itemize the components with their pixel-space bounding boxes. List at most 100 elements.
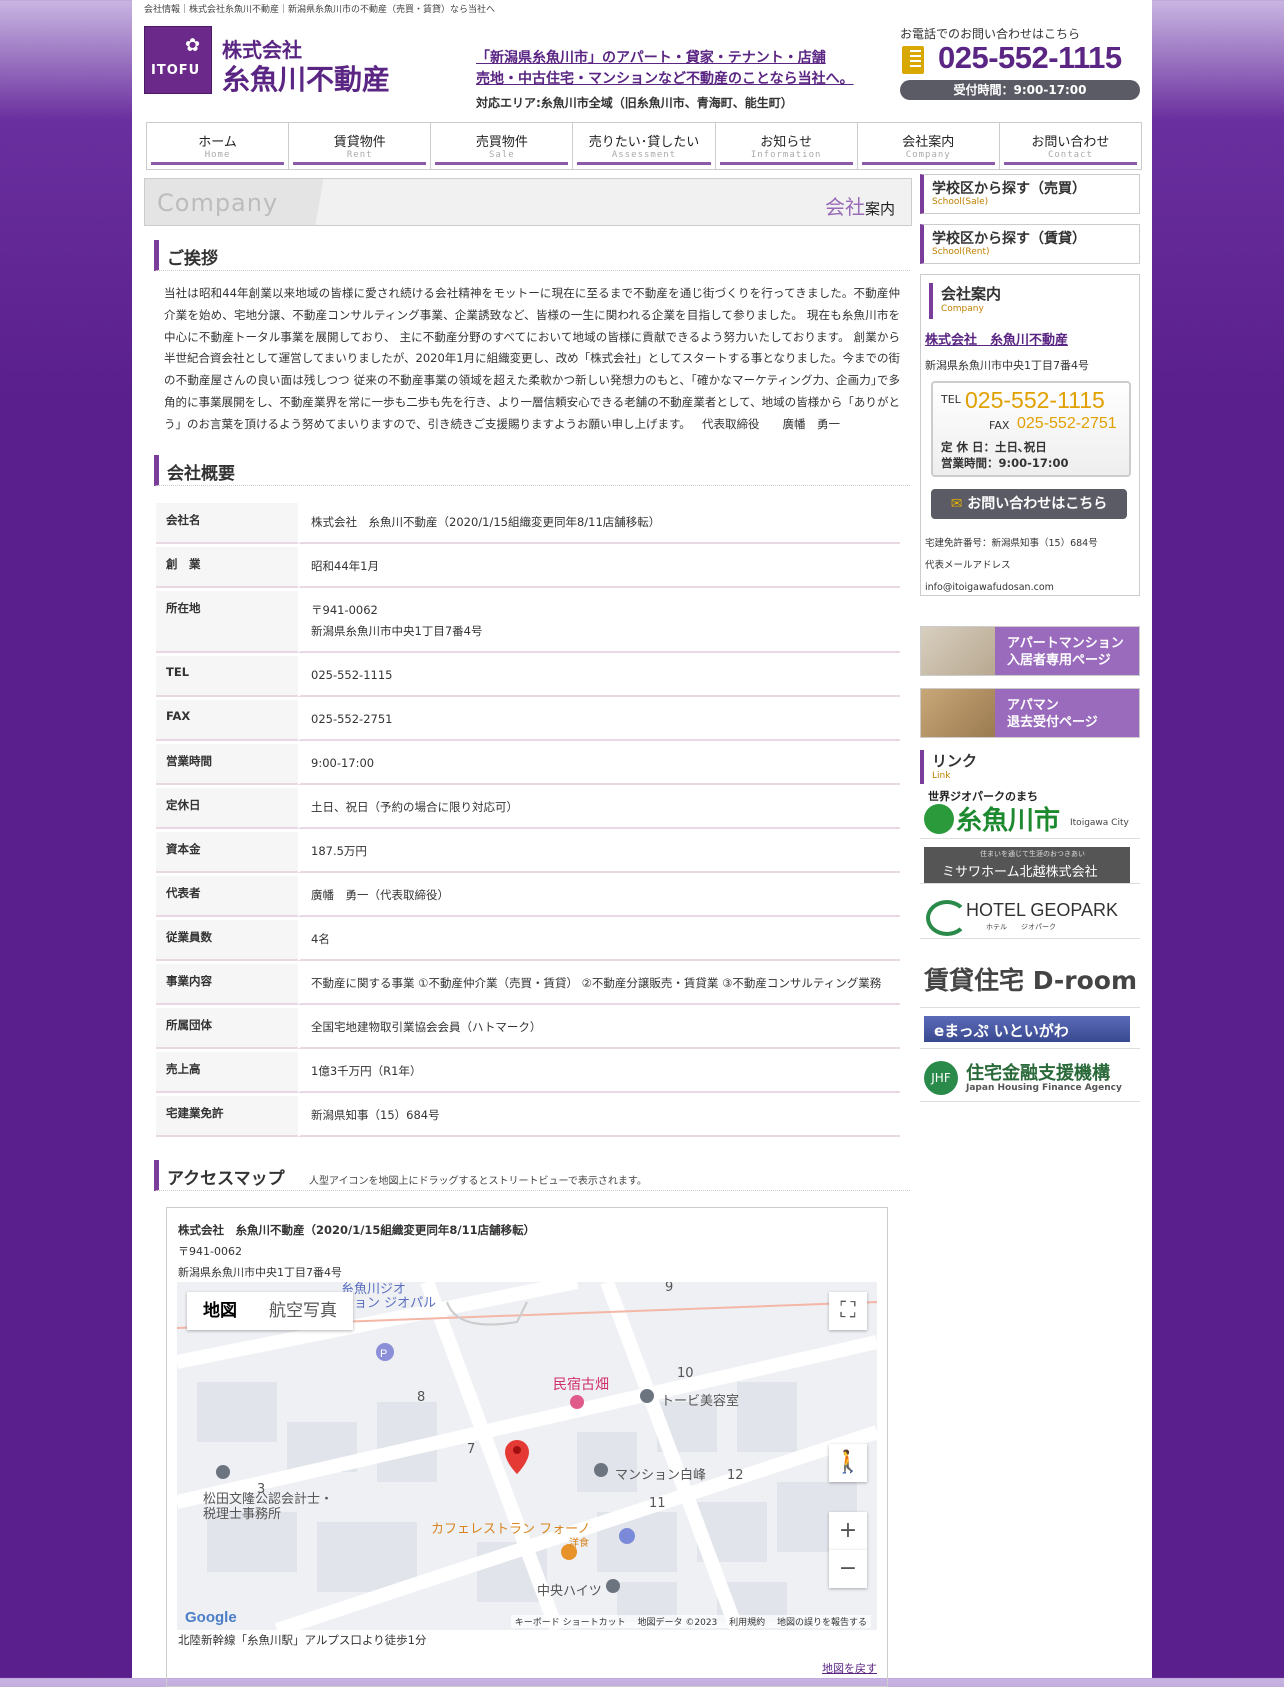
link-title: eまっぷ いといがわ xyxy=(934,1022,1069,1040)
section-heading-text: ご挨拶 xyxy=(167,249,218,269)
map-label: 税理士事務所 xyxy=(203,1507,282,1523)
nav-underline xyxy=(1003,162,1137,165)
nav-home[interactable]: ホーム Home xyxy=(147,123,290,169)
nav-sale[interactable]: 売買物件 Sale xyxy=(431,123,574,169)
section-heading-text: アクセスマップ xyxy=(167,1169,285,1190)
moveout-banner[interactable]: アパマン 退去受付ページ xyxy=(920,688,1140,738)
address: 新潟県糸魚川市中央1丁目7番4号 xyxy=(311,624,483,639)
map-tab-satellite[interactable]: 航空写真 xyxy=(253,1292,353,1330)
map-label: トービ美容室 xyxy=(661,1394,740,1410)
main-content: Company 会社案内 ご挨拶 当社は昭和44年創業以来地域の皆様に愛され続け… xyxy=(144,178,912,1687)
row-key: 資本金 xyxy=(156,832,298,874)
row-key: 会社名 xyxy=(156,503,298,545)
link-itoigawa-city[interactable]: 世界ジオパークのまち 糸魚川市 Itoigawa City xyxy=(920,788,1140,839)
banner-line2: 退去受付ページ xyxy=(1007,715,1098,730)
table-row: TEL 025-552-1115 xyxy=(156,656,900,698)
heading-title: 会社案内 xyxy=(941,285,1002,303)
map-label: マンション白峰 xyxy=(615,1468,707,1484)
header-catchcopy[interactable]: 「新潟県糸魚川市」のアパート・貸家・テナント・店舗 売地・中古住宅・マンションな… xyxy=(476,48,854,90)
street-view-pegman-icon[interactable]: 🚶 xyxy=(829,1444,867,1483)
map-zip: 〒941-0062 xyxy=(178,1245,242,1259)
sidebtn-sub: School(Sale) xyxy=(932,197,989,207)
logo-text-name: 糸魚川不動産 xyxy=(222,63,391,96)
company-info-box: 会社案内 Company 株式会社 糸魚川不動産 新潟県糸魚川市中央1丁目7番4… xyxy=(920,274,1140,596)
nav-underline xyxy=(861,162,995,165)
row-value: 土日、祝日（予約の場合に限り対応可） xyxy=(298,788,900,830)
hours-text: 営業時間：9:00-17:00 xyxy=(941,456,1069,470)
nav-underline xyxy=(435,162,569,165)
greeting-text: 当社は昭和44年創業以来地域の皆様に愛され続ける会社精神をモットーに現在に至るま… xyxy=(164,283,900,435)
link-hotel-geopark[interactable]: HOTEL GEOPARK ホテル ジオパーク xyxy=(920,888,1140,939)
sidebar-fax-number: 025-552-2751 xyxy=(1017,415,1117,432)
link-en: Itoigawa City xyxy=(1070,818,1129,828)
row-key: 営業時間 xyxy=(156,744,298,786)
tel-label: TEL xyxy=(941,393,961,406)
nav-rent[interactable]: 賃貸物件 Rent xyxy=(289,123,432,169)
link-title: HOTEL GEOPARK xyxy=(966,900,1119,920)
nav-information[interactable]: お知らせ Information xyxy=(716,123,858,169)
access-map-box: 株式会社 糸魚川不動産（2020/1/15組織変更同年8/11店舗移転） 〒94… xyxy=(166,1207,888,1687)
link-en: Japan Housing Finance Agency xyxy=(966,1083,1122,1093)
page-title-jp: 会社案内 xyxy=(825,191,895,220)
link-misawa[interactable]: 住まいを通じて生涯のおつきあい ミサワホーム北越株式会社 xyxy=(920,843,1140,884)
company-name-link[interactable]: 株式会社 糸魚川不動産 xyxy=(925,329,1068,348)
fullscreen-icon[interactable]: ⛶ xyxy=(829,1292,867,1331)
sidebtn-title: 学校区から探す（賃貸） xyxy=(932,231,1086,247)
map-label: 中央ハイツ xyxy=(537,1584,602,1600)
school-sale-button[interactable]: 学校区から探す（売買） School(Sale) xyxy=(920,174,1140,214)
nav-company[interactable]: 会社案内 Company xyxy=(858,123,1000,169)
company-logo[interactable]: ✿ ITOFU xyxy=(144,26,212,94)
map-tab-map[interactable]: 地図 xyxy=(187,1292,253,1330)
zoom-in-icon[interactable]: + xyxy=(829,1512,867,1551)
table-row: 営業時間 9:00-17:00 xyxy=(156,744,900,786)
mail-address[interactable]: info@itoigawafudosan.com xyxy=(925,577,1098,599)
google-map[interactable]: P 糸魚川ジオ ション ジオパル 民宿古畑 トービ美容室 マンション白峰 松田文… xyxy=(177,1282,877,1631)
hotel-logo-icon xyxy=(926,900,968,936)
link-jhf[interactable]: JHF 住宅金融支援機構 Japan Housing Finance Agenc… xyxy=(920,1053,1140,1102)
page-title-en: Company xyxy=(157,189,279,217)
google-logo: Google xyxy=(185,1609,237,1627)
banner-line1: アパマン xyxy=(1007,698,1059,713)
row-value: 187.5万円 xyxy=(298,832,900,874)
row-key: 所属団体 xyxy=(156,1008,298,1050)
link-droom[interactable]: 賃貸住宅 D-room xyxy=(920,943,1140,1008)
table-row: 所在地 〒941-0062 新潟県糸魚川市中央1丁目7番4号 xyxy=(156,591,900,654)
phone-icon xyxy=(902,46,924,74)
row-value: 025-552-2751 xyxy=(298,700,900,742)
global-nav: ホーム Home 賃貸物件 Rent 売買物件 Sale 売りたい･貸したい Asses… xyxy=(146,122,1142,170)
header-tel-number[interactable]: 025-552-1115 xyxy=(938,40,1122,76)
links-heading: リンク Link xyxy=(920,750,1140,784)
row-value: 9:00-17:00 xyxy=(298,744,900,786)
header-copy-line2[interactable]: 売地・中古住宅・マンションなど不動産のことなら当社へ。 xyxy=(476,69,854,90)
heading-sub: Link xyxy=(932,771,951,781)
zoom-out-icon[interactable]: − xyxy=(829,1550,867,1589)
contact-button[interactable]: ✉ お問い合わせはこちら xyxy=(931,489,1127,519)
tenant-page-banner[interactable]: アパートマンション 入居者専用ページ xyxy=(920,626,1140,676)
boxes-image xyxy=(921,689,995,737)
table-row: 売上高 1億3千万円（R1年） xyxy=(156,1052,900,1094)
nav-underline xyxy=(151,162,285,165)
row-value: 〒941-0062 新潟県糸魚川市中央1丁目7番4号 xyxy=(298,591,900,654)
flower-icon: ✿ xyxy=(185,35,201,56)
map-footer[interactable]: キーボード ショートカット 地図データ ©2023 利用規約 地図の誤りを報告す… xyxy=(510,1615,871,1629)
reset-map-link[interactable]: 地図を戻す xyxy=(822,1660,877,1676)
sidebar-tel-number[interactable]: 025-552-1115 xyxy=(965,387,1105,414)
link-emap[interactable]: eまっぷ いといがわ xyxy=(920,1012,1140,1049)
nav-assessment[interactable]: 売りたい･貸したい Assessment xyxy=(573,123,716,169)
nav-contact[interactable]: お問い合わせ Contact xyxy=(1000,123,1141,169)
table-row: 宅建業免許 新潟県知事（15）684号 xyxy=(156,1096,900,1138)
header-copy-line1[interactable]: 「新潟県糸魚川市」のアパート・貸家・テナント・店舗 xyxy=(476,48,854,69)
section-heading-text: 会社概要 xyxy=(167,464,235,485)
banner-text: アパートマンション 入居者専用ページ xyxy=(1007,635,1124,669)
banner-line2: 入居者専用ページ xyxy=(1007,653,1111,668)
map-label: 11 xyxy=(649,1496,666,1512)
map-streets: P xyxy=(177,1282,877,1631)
school-rent-button[interactable]: 学校区から探す（賃貸） School(Rent) xyxy=(920,224,1140,264)
row-value: 株式会社 糸魚川不動産（2020/1/15組織変更同年8/11店舗移転） xyxy=(298,503,900,545)
nav-label: 会社案内 xyxy=(902,135,955,150)
nav-sublabel: Information xyxy=(750,150,822,160)
section-heading-overview: 会社概要 xyxy=(154,455,910,487)
nav-label: 賃貸物件 xyxy=(333,135,386,150)
table-row: 資本金 187.5万円 xyxy=(156,832,900,874)
company-overview-table: 会社名 株式会社 糸魚川不動産（2020/1/15組織変更同年8/11店舗移転） … xyxy=(156,500,900,1140)
